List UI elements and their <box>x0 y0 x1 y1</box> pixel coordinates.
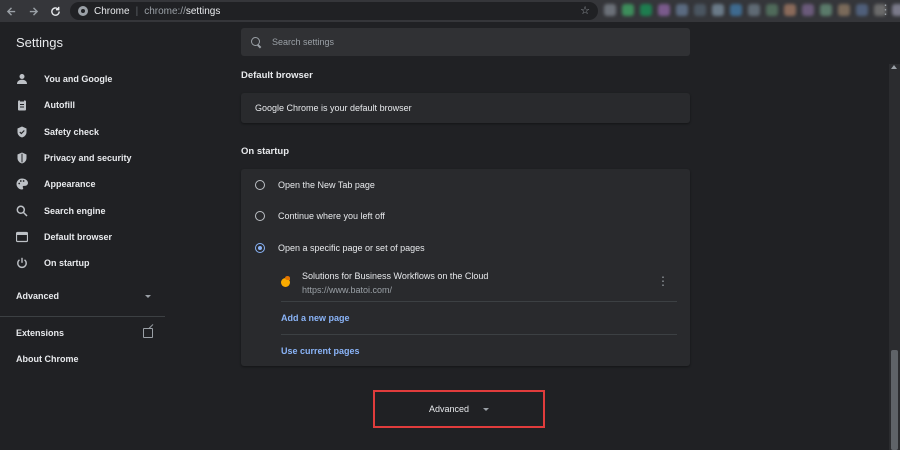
link-divider <box>281 334 677 335</box>
startup-page-url: https://www.batoi.com/ <box>302 285 393 295</box>
extension-icon[interactable] <box>856 4 868 16</box>
settings-main: Default browser Google Chrome is your de… <box>0 64 900 450</box>
more-actions-icon[interactable]: ⋮ <box>657 274 669 288</box>
extension-icon[interactable] <box>658 4 670 16</box>
extension-icon[interactable] <box>748 4 760 16</box>
site-favicon-icon <box>281 276 290 287</box>
search-icon <box>251 36 262 48</box>
extension-icon[interactable] <box>730 4 742 16</box>
extension-icon[interactable] <box>892 4 900 16</box>
radio-label-new-tab[interactable]: Open the New Tab page <box>278 180 375 190</box>
section-title-default-browser: Default browser <box>241 70 313 81</box>
section-title-on-startup: On startup <box>241 146 290 157</box>
radio-new-tab[interactable] <box>255 180 265 190</box>
scrollbar[interactable] <box>889 64 900 450</box>
add-new-page-link[interactable]: Add a new page <box>281 313 677 323</box>
startup-page-title: Solutions for Business Workflows on the … <box>302 271 489 281</box>
chevron-down-icon <box>483 407 490 411</box>
extension-icon[interactable] <box>802 4 814 16</box>
extension-icon[interactable] <box>604 4 616 16</box>
extension-icon[interactable] <box>622 4 634 16</box>
radio-label-continue[interactable]: Continue where you left off <box>278 211 385 221</box>
use-current-pages-link[interactable]: Use current pages <box>281 346 677 356</box>
extension-icon[interactable] <box>838 4 850 16</box>
chrome-icon <box>78 6 88 16</box>
radio-label-specific-pages[interactable]: Open a specific page or set of pages <box>278 243 425 253</box>
search-box[interactable] <box>241 28 690 56</box>
on-startup-card: Open the New Tab page Continue where you… <box>241 169 690 366</box>
page-title: Settings <box>16 35 63 50</box>
default-browser-card: Google Chrome is your default browser <box>241 93 690 123</box>
forward-icon[interactable] <box>22 0 44 22</box>
url-scheme: chrome:// <box>144 5 186 17</box>
extension-icons <box>604 4 900 16</box>
url-separator: | <box>135 5 139 17</box>
startup-page-entry: Solutions for Business Workflows on the … <box>281 264 677 302</box>
extension-icon[interactable] <box>712 4 724 16</box>
scroll-up-arrow-icon[interactable] <box>891 65 897 69</box>
extension-icon[interactable] <box>784 4 796 16</box>
browser-toolbar: Chrome | chrome:// settings ☆ ⋮ <box>0 0 900 22</box>
url-path: settings <box>185 5 221 17</box>
vertical-dots-icon[interactable]: ⋮ <box>879 3 892 17</box>
radio-specific-pages[interactable] <box>255 243 265 253</box>
default-browser-status: Google Chrome is your default browser <box>255 103 412 113</box>
search-input[interactable] <box>272 37 652 47</box>
reload-icon[interactable] <box>44 0 66 22</box>
extension-icon[interactable] <box>640 4 652 16</box>
extension-icon[interactable] <box>694 4 706 16</box>
radio-continue[interactable] <box>255 211 265 221</box>
extension-icon[interactable] <box>766 4 778 16</box>
back-icon[interactable] <box>0 0 22 22</box>
star-icon[interactable]: ☆ <box>580 4 590 17</box>
address-bar[interactable]: Chrome | chrome:// settings ☆ <box>70 2 598 20</box>
settings-header: Settings <box>0 22 900 64</box>
extension-icon[interactable] <box>676 4 688 16</box>
advanced-button-label: Advanced <box>428 404 470 414</box>
scroll-thumb[interactable] <box>891 350 898 450</box>
advanced-button[interactable]: Advanced <box>373 390 545 428</box>
site-label: Chrome <box>94 5 130 17</box>
extension-icon[interactable] <box>820 4 832 16</box>
